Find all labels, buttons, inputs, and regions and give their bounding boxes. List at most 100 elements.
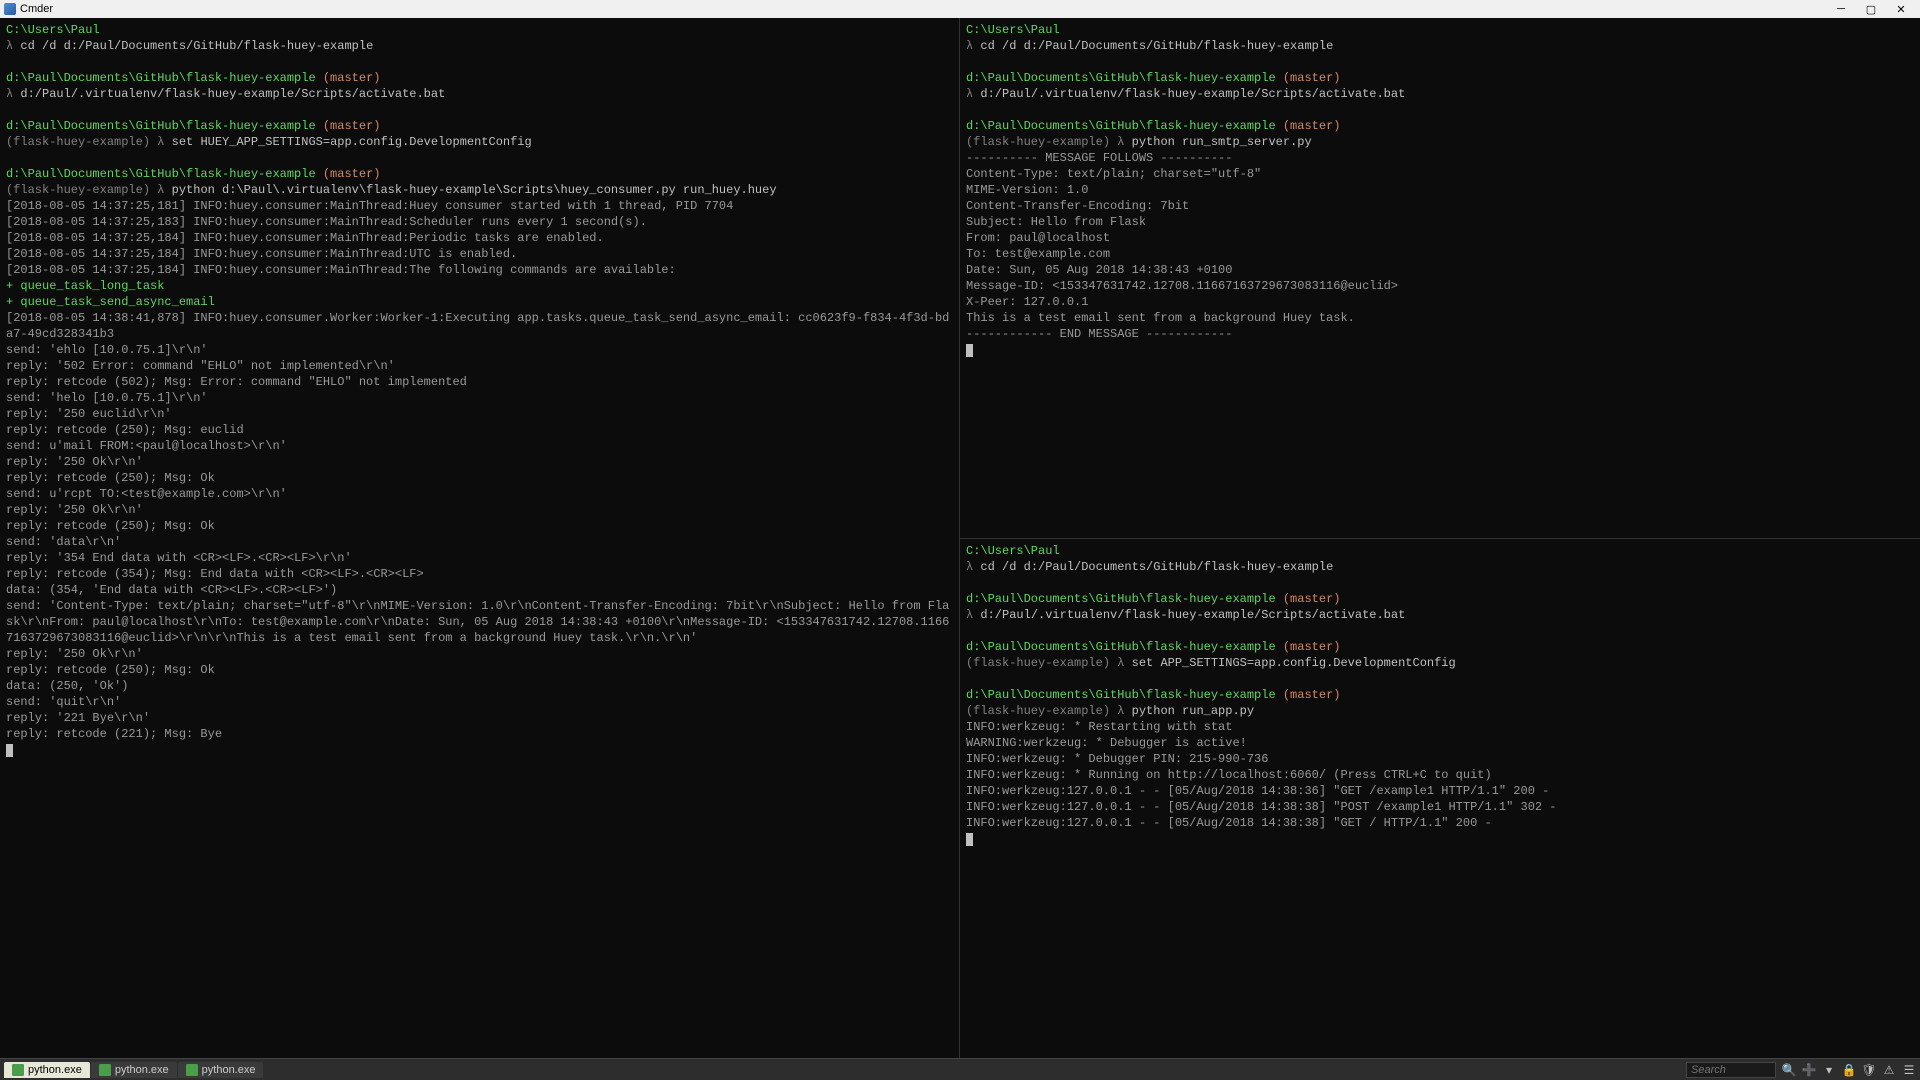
terminal-output-line: MIME-Version: 1.0 — [966, 182, 1914, 198]
close-button[interactable]: ✕ — [1886, 0, 1916, 18]
prompt-command: λ d:/Paul/.virtualenv/flask-huey-example… — [966, 86, 1914, 102]
prompt-command: (flask-huey-example) λ set APP_SETTINGS=… — [966, 655, 1914, 671]
window-controls: ─ ▢ ✕ — [1826, 0, 1916, 18]
terminal-output-line: reply: '354 End data with <CR><LF>.<CR><… — [6, 550, 953, 566]
prompt-command: (flask-huey-example) λ set HUEY_APP_SETT… — [6, 134, 953, 150]
search-input[interactable] — [1686, 1062, 1776, 1078]
terminal-output-line: reply: retcode (250); Msg: Ok — [6, 518, 953, 534]
status-bar: python.exe python.exe python.exe 🔍 ➕ ▾ 🔒… — [0, 1058, 1920, 1080]
terminal-output-line: reply: retcode (502); Msg: Error: comman… — [6, 374, 953, 390]
dropdown-icon[interactable]: ▾ — [1822, 1063, 1836, 1077]
terminal-output-line: [2018-08-05 14:37:25,184] INFO:huey.cons… — [6, 246, 953, 262]
terminal-output-line: ---------- MESSAGE FOLLOWS ---------- — [966, 150, 1914, 166]
tab-3[interactable]: python.exe — [178, 1062, 264, 1078]
tab-2[interactable]: python.exe — [91, 1062, 177, 1078]
prompt-path: d:\Paul\Documents\GitHub\flask-huey-exam… — [966, 639, 1914, 655]
window-title: Cmder — [20, 3, 53, 15]
terminal-output-line: reply: '250 euclid\r\n' — [6, 406, 953, 422]
tab-icon — [99, 1064, 111, 1076]
terminal-output-line: send: u'mail FROM:<paul@localhost>\r\n' — [6, 438, 953, 454]
terminal-output-line: Message-ID: <153347631742.12708.11667163… — [966, 278, 1914, 294]
terminal-output-line: + queue_task_send_async_email — [6, 294, 953, 310]
terminal-output-line: reply: '250 Ok\r\n' — [6, 454, 953, 470]
terminal-output-line: [2018-08-05 14:37:25,183] INFO:huey.cons… — [6, 214, 953, 230]
terminal-output-line: reply: '250 Ok\r\n' — [6, 646, 953, 662]
terminal-output-line: reply: '221 Bye\r\n' — [6, 710, 953, 726]
terminal-pane-left[interactable]: C:\Users\Paulλ cd /d d:/Paul/Documents/G… — [0, 18, 960, 1058]
prompt-path: d:\Paul\Documents\GitHub\flask-huey-exam… — [6, 166, 953, 182]
tab-label: python.exe — [115, 1064, 169, 1076]
tab-icon — [12, 1064, 24, 1076]
tab-1[interactable]: python.exe — [4, 1062, 90, 1078]
terminal-output-line: From: paul@localhost — [966, 230, 1914, 246]
terminal-output-line: + queue_task_long_task — [6, 278, 953, 294]
terminal-output-line: [2018-08-05 14:38:41,878] INFO:huey.cons… — [6, 310, 953, 342]
terminal-pane-right: C:\Users\Paulλ cd /d d:/Paul/Documents/G… — [960, 18, 1920, 1058]
terminal-output-line: WARNING:werkzeug: * Debugger is active! — [966, 735, 1914, 751]
terminal-output-line: reply: retcode (354); Msg: End data with… — [6, 566, 953, 582]
terminal-output-line: [2018-08-05 14:37:25,184] INFO:huey.cons… — [6, 262, 953, 278]
prompt-command: λ cd /d d:/Paul/Documents/GitHub/flask-h… — [966, 38, 1914, 54]
terminal-output-line: send: 'Content-Type: text/plain; charset… — [6, 598, 953, 646]
terminal-output-line: INFO:werkzeug:127.0.0.1 - - [05/Aug/2018… — [966, 799, 1914, 815]
terminal-output-line: To: test@example.com — [966, 246, 1914, 262]
terminal-output-line: INFO:werkzeug: * Debugger PIN: 215-990-7… — [966, 751, 1914, 767]
terminal-output-line: send: 'ehlo [10.0.75.1]\r\n' — [6, 342, 953, 358]
shield-icon[interactable]: 🛡 — [1862, 1063, 1876, 1077]
prompt-path: d:\Paul\Documents\GitHub\flask-huey-exam… — [6, 70, 953, 86]
terminal-output-line: data: (250, 'Ok') — [6, 678, 953, 694]
tab-label: python.exe — [28, 1064, 82, 1076]
minimize-button[interactable]: ─ — [1826, 0, 1856, 18]
terminal-output-line: [2018-08-05 14:37:25,184] INFO:huey.cons… — [6, 230, 953, 246]
titlebar: Cmder ─ ▢ ✕ — [0, 0, 1920, 18]
terminal-area: C:\Users\Paulλ cd /d d:/Paul/Documents/G… — [0, 18, 1920, 1058]
maximize-button[interactable]: ▢ — [1856, 0, 1886, 18]
terminal-output-line: [2018-08-05 14:37:25,181] INFO:huey.cons… — [6, 198, 953, 214]
warning-icon[interactable]: ⚠ — [1882, 1063, 1896, 1077]
terminal-output-line: reply: retcode (221); Msg: Bye — [6, 726, 953, 742]
menu-icon[interactable]: ☰ — [1902, 1063, 1916, 1077]
tab-icon — [186, 1064, 198, 1076]
prompt-path: C:\Users\Paul — [966, 22, 1914, 38]
prompt-command: λ cd /d d:/Paul/Documents/GitHub/flask-h… — [966, 559, 1914, 575]
prompt-path: C:\Users\Paul — [966, 543, 1914, 559]
terminal-output-line: reply: retcode (250); Msg: Ok — [6, 470, 953, 486]
cursor — [966, 831, 1914, 847]
prompt-path: d:\Paul\Documents\GitHub\flask-huey-exam… — [966, 687, 1914, 703]
terminal-output-line: send: 'quit\r\n' — [6, 694, 953, 710]
prompt-path: d:\Paul\Documents\GitHub\flask-huey-exam… — [966, 70, 1914, 86]
terminal-output-line: data: (354, 'End data with <CR><LF>.<CR>… — [6, 582, 953, 598]
prompt-command: (flask-huey-example) λ python run_smtp_s… — [966, 134, 1914, 150]
prompt-command: (flask-huey-example) λ python run_app.py — [966, 703, 1914, 719]
terminal-output-line: send: 'helo [10.0.75.1]\r\n' — [6, 390, 953, 406]
prompt-path: d:\Paul\Documents\GitHub\flask-huey-exam… — [966, 118, 1914, 134]
add-tab-icon[interactable]: ➕ — [1802, 1063, 1816, 1077]
prompt-command: λ d:/Paul/.virtualenv/flask-huey-example… — [6, 86, 953, 102]
terminal-output-line: Subject: Hello from Flask — [966, 214, 1914, 230]
terminal-pane-bottom-right[interactable]: C:\Users\Paulλ cd /d d:/Paul/Documents/G… — [960, 539, 1920, 1059]
prompt-command: (flask-huey-example) λ python d:\Paul\.v… — [6, 182, 953, 198]
prompt-command: λ d:/Paul/.virtualenv/flask-huey-example… — [966, 607, 1914, 623]
terminal-output-line: Content-Transfer-Encoding: 7bit — [966, 198, 1914, 214]
terminal-output-line: INFO:werkzeug: * Running on http://local… — [966, 767, 1914, 783]
prompt-path: d:\Paul\Documents\GitHub\flask-huey-exam… — [966, 591, 1914, 607]
cursor — [966, 342, 1914, 358]
cursor — [6, 742, 953, 758]
terminal-output-line: INFO:werkzeug: * Restarting with stat — [966, 719, 1914, 735]
terminal-output-line: X-Peer: 127.0.0.1 — [966, 294, 1914, 310]
terminal-output-line: INFO:werkzeug:127.0.0.1 - - [05/Aug/2018… — [966, 783, 1914, 799]
prompt-command: λ cd /d d:/Paul/Documents/GitHub/flask-h… — [6, 38, 953, 54]
search-icon[interactable]: 🔍 — [1782, 1063, 1796, 1077]
tab-label: python.exe — [202, 1064, 256, 1076]
terminal-output-line: reply: '250 Ok\r\n' — [6, 502, 953, 518]
lock-icon[interactable]: 🔒 — [1842, 1063, 1856, 1077]
terminal-output-line: send: 'data\r\n' — [6, 534, 953, 550]
statusbar-right: 🔍 ➕ ▾ 🔒 🛡 ⚠ ☰ — [1686, 1062, 1916, 1078]
terminal-output-line: reply: '502 Error: command "EHLO" not im… — [6, 358, 953, 374]
prompt-path: C:\Users\Paul — [6, 22, 953, 38]
terminal-output-line: This is a test email sent from a backgro… — [966, 310, 1914, 326]
terminal-output-line: reply: retcode (250); Msg: euclid — [6, 422, 953, 438]
terminal-output-line: ------------ END MESSAGE ------------ — [966, 326, 1914, 342]
prompt-path: d:\Paul\Documents\GitHub\flask-huey-exam… — [6, 118, 953, 134]
terminal-pane-top-right[interactable]: C:\Users\Paulλ cd /d d:/Paul/Documents/G… — [960, 18, 1920, 539]
